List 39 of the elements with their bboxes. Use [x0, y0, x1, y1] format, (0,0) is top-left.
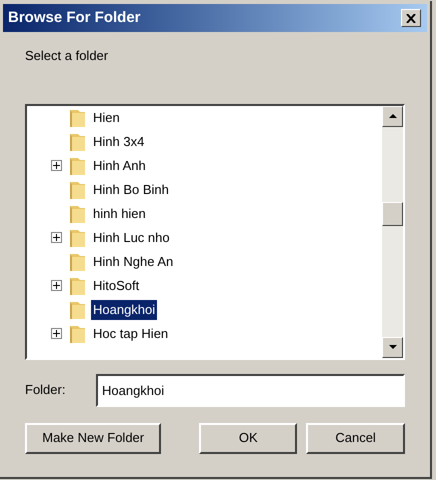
expand-button[interactable] [51, 232, 62, 243]
down-arrow-icon [388, 345, 396, 349]
folder-name[interactable]: Hinh Luc nho [91, 228, 172, 248]
close-button[interactable] [401, 9, 421, 27]
folder-name[interactable]: HitoSoft [91, 276, 142, 296]
folder-label: Folder: [25, 381, 66, 400]
scroll-up-button[interactable] [382, 106, 403, 126]
folder-name[interactable]: Hinh Nghe An [91, 252, 176, 272]
folder-name[interactable]: Hinh Bo Binh [91, 180, 171, 200]
folder-name[interactable]: Hoc tap Hien [91, 324, 170, 344]
folder-icon [69, 156, 86, 176]
expand-button[interactable] [51, 328, 62, 339]
dialog-button[interactable]: Cancel [306, 422, 405, 454]
window-title: Browse For Folder [8, 8, 141, 28]
up-arrow-icon [388, 114, 396, 118]
scroll-down-button[interactable] [382, 336, 403, 358]
folder-input[interactable]: Hoangkhoi [96, 374, 405, 406]
folder-icon [69, 324, 86, 344]
scrollbar[interactable] [382, 106, 403, 358]
folder-name[interactable]: Hoangkhoi [91, 300, 158, 320]
dialog-button[interactable]: Make New Folder [25, 422, 162, 454]
prompt-text: Select a folder [25, 47, 110, 65]
folder-icon [69, 204, 86, 224]
folder-icon [69, 276, 86, 296]
folder-name[interactable]: Hinh Anh [91, 156, 148, 176]
folder-name[interactable]: hinh hien [91, 204, 148, 224]
folder-icon [69, 132, 86, 152]
folder-icon [69, 300, 86, 320]
close-icon [406, 14, 416, 22]
folder-icon [69, 108, 86, 128]
expand-button[interactable] [51, 160, 62, 171]
folder-icon [69, 180, 86, 200]
scroll-thumb[interactable] [382, 202, 403, 226]
folder-name[interactable]: Hien [91, 108, 122, 128]
folder-icon [69, 228, 86, 248]
dialog-button[interactable]: OK [199, 422, 298, 454]
folder-icon [69, 252, 86, 272]
expand-button[interactable] [51, 280, 62, 291]
folder-name[interactable]: Hinh 3x4 [91, 132, 146, 152]
